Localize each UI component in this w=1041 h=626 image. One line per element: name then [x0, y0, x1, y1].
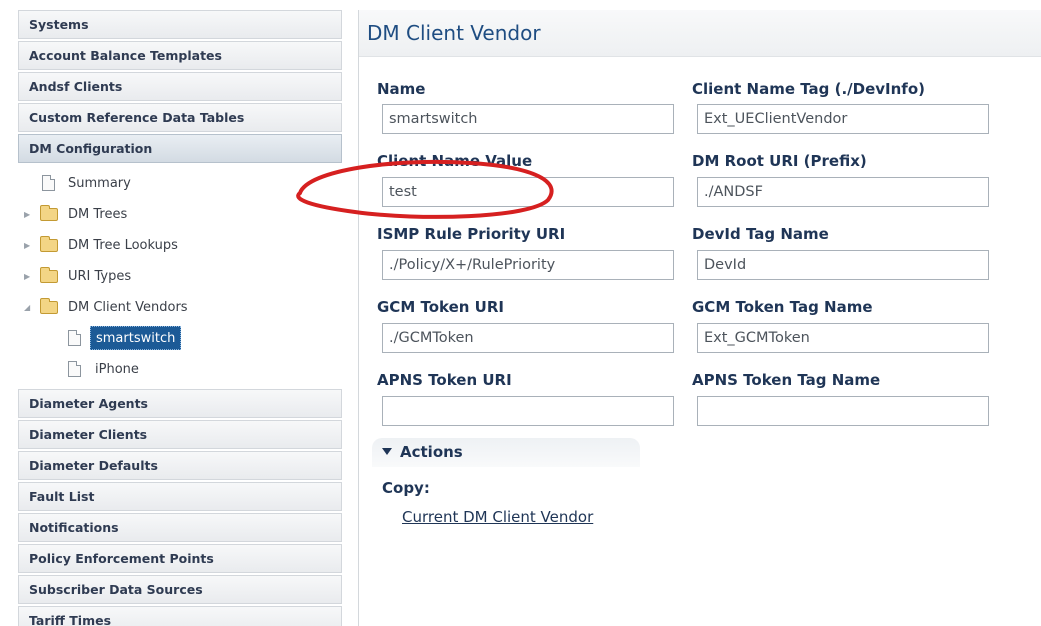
expand-arrow-icon[interactable]: ▶ [24, 199, 34, 230]
copy-label: Copy: [382, 479, 430, 497]
file-icon [42, 175, 55, 191]
actions-toggle[interactable]: Actions [372, 438, 640, 467]
nav-diameter-defaults[interactable]: Diameter Defaults [18, 451, 342, 480]
name-label: Name [377, 80, 426, 98]
client-name-tag-field[interactable]: Ext_UEClientVendor [697, 104, 989, 134]
nav-dm-configuration[interactable]: DM Configuration [18, 134, 342, 163]
folder-open-icon [40, 298, 58, 314]
apns-token-tag-name-field[interactable] [697, 396, 989, 426]
tree-item-dm-tree-lookups[interactable]: ▶ DM Tree Lookups [18, 230, 342, 261]
folder-icon [40, 267, 58, 283]
devid-tag-name-label: DevId Tag Name [692, 225, 829, 243]
page-title: DM Client Vendor [367, 21, 541, 45]
nav-systems[interactable]: Systems [18, 10, 342, 39]
file-icon [68, 361, 81, 377]
tree-label: URI Types [68, 269, 132, 284]
dm-configuration-tree: Summary ▶ DM Trees ▶ DM Tree Lookups ▶ U… [18, 165, 342, 389]
ismp-rule-priority-uri-label: ISMP Rule Priority URI [377, 225, 566, 243]
folder-icon [40, 205, 58, 221]
apns-token-uri-field[interactable] [382, 396, 674, 426]
nav-notifications[interactable]: Notifications [18, 513, 342, 542]
expand-arrow-icon[interactable]: ▶ [24, 261, 34, 292]
client-name-value-field[interactable]: test [382, 177, 674, 207]
dm-root-uri-field[interactable]: ./ANDSF [697, 177, 989, 207]
nav-account-balance-templates[interactable]: Account Balance Templates [18, 41, 342, 70]
actions-label: Actions [400, 443, 463, 461]
tree-item-smartswitch[interactable]: smartswitch [18, 323, 342, 354]
client-name-value-label: Client Name Value [377, 152, 533, 170]
devid-tag-name-field[interactable]: DevId [697, 250, 989, 280]
nav-policy-enforcement-points[interactable]: Policy Enforcement Points [18, 544, 342, 573]
tree-label: iPhone [95, 362, 139, 377]
client-name-tag-label: Client Name Tag (./DevInfo) [692, 80, 925, 98]
nav-diameter-agents[interactable]: Diameter Agents [18, 389, 342, 418]
tree-item-summary[interactable]: Summary [18, 168, 342, 199]
gcm-token-uri-field[interactable]: ./GCMToken [382, 323, 674, 353]
nav-subscriber-data-sources[interactable]: Subscriber Data Sources [18, 575, 342, 604]
copy-current-vendor-link[interactable]: Current DM Client Vendor [402, 508, 593, 526]
nav-tariff-times[interactable]: Tariff Times [18, 606, 342, 626]
ismp-rule-priority-uri-field[interactable]: ./Policy/X+/RulePriority [382, 250, 674, 280]
tree-label-selected: smartswitch [90, 326, 182, 350]
main-panel: DM Client Vendor Name smartswitch Client… [358, 10, 1041, 626]
tree-item-dm-client-vendors[interactable]: ◢ DM Client Vendors [18, 292, 342, 323]
tree-label: DM Tree Lookups [68, 238, 178, 253]
name-field[interactable]: smartswitch [382, 104, 674, 134]
caret-down-icon [382, 448, 392, 455]
file-icon [68, 330, 81, 346]
apns-token-tag-name-label: APNS Token Tag Name [692, 371, 881, 389]
tree-item-uri-types[interactable]: ▶ URI Types [18, 261, 342, 292]
tree-item-iphone[interactable]: iPhone [18, 354, 342, 385]
folder-icon [40, 236, 58, 252]
nav-diameter-clients[interactable]: Diameter Clients [18, 420, 342, 449]
panel-header: DM Client Vendor [359, 10, 1041, 57]
apns-token-uri-label: APNS Token URI [377, 371, 512, 389]
dm-root-uri-label: DM Root URI (Prefix) [692, 152, 867, 170]
expand-arrow-icon[interactable]: ▶ [24, 230, 34, 261]
gcm-token-uri-label: GCM Token URI [377, 298, 504, 316]
sidebar: Systems Account Balance Templates Andsf … [18, 10, 342, 626]
gcm-token-tag-name-label: GCM Token Tag Name [692, 298, 873, 316]
tree-label: DM Trees [68, 207, 128, 222]
nav-andsf-clients[interactable]: Andsf Clients [18, 72, 342, 101]
tree-item-dm-trees[interactable]: ▶ DM Trees [18, 199, 342, 230]
collapse-arrow-icon[interactable]: ◢ [24, 292, 34, 323]
divider [358, 10, 359, 626]
tree-label: Summary [68, 176, 131, 191]
gcm-token-tag-name-field[interactable]: Ext_GCMToken [697, 323, 989, 353]
nav-fault-list[interactable]: Fault List [18, 482, 342, 511]
nav-custom-reference-data-tables[interactable]: Custom Reference Data Tables [18, 103, 342, 132]
tree-label: DM Client Vendors [68, 300, 188, 315]
